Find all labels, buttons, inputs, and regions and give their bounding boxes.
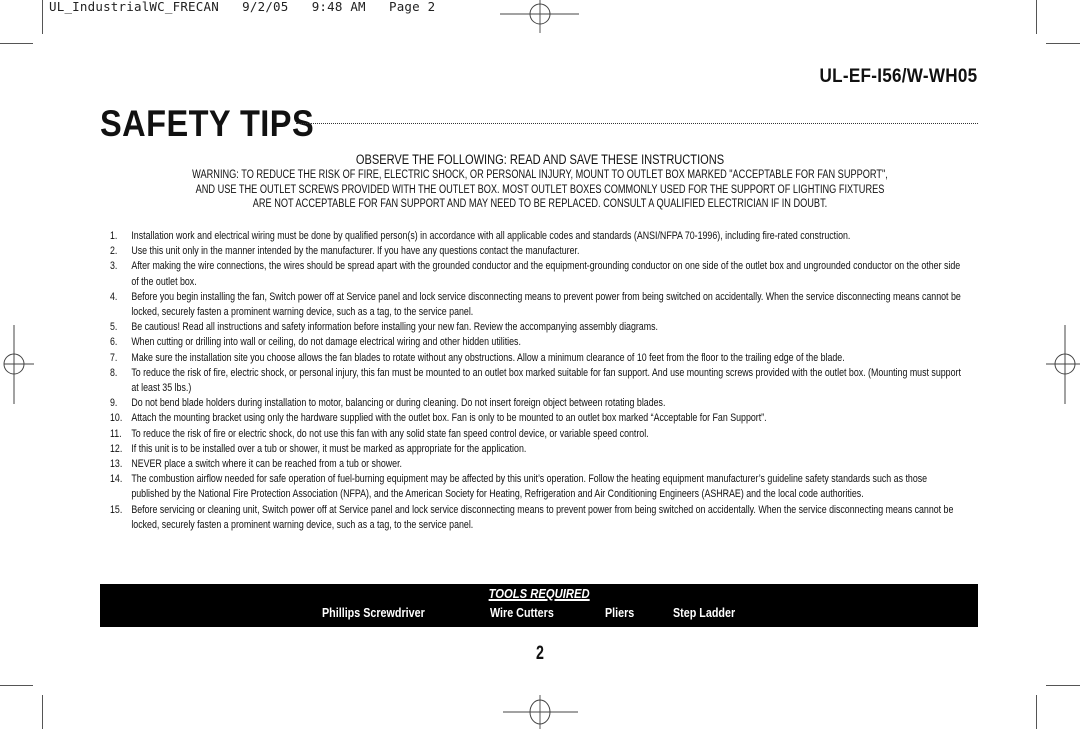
tip-text: Installation work and electrical wiring … [131,230,851,242]
print-slug: UL_IndustrialWC_FRECAN 9/2/05 9:48 AM Pa… [49,0,435,14]
safety-tip-item: 9. Do not bend blade holders during insta… [110,396,963,411]
tip-number: 10. [110,412,123,425]
title-dotted-rule [296,123,978,124]
slug-time: 9:48 AM [311,0,366,14]
crop-mark-bottom-right-v [1036,695,1037,729]
slug-file: UL_IndustrialWC_FRECAN [49,0,219,14]
tip-text: Be cautious! Read all instructions and s… [131,321,658,334]
tip-text: Make sure the installation site you choo… [131,351,845,364]
registration-mark-left [3,325,34,404]
tools-heading-text: TOOLS REQUIRED [488,587,590,601]
tip-number: 6. [110,336,118,349]
tip-number: 5. [110,321,118,334]
safety-tip-item: 15. Before servicing or cleaning unit, Sw… [110,503,963,533]
slug-page: Page 2 [388,0,436,14]
tip-text: When cutting or drilling into wall or ce… [131,336,521,349]
tools-heading: TOOLS REQUIRED [100,587,978,601]
tip-number: 8. [110,366,118,379]
tip-number: 15. [110,503,123,516]
tip-text: Before you begin installing the fan, Swi… [131,290,961,319]
crop-mark-top-left-h [0,43,33,44]
safety-tip-item: 10. Attach the mounting bracket using onl… [110,411,963,426]
safety-tip-item: 7. Make sure the installation site you ch… [110,351,963,366]
crop-mark-top-left-v [42,0,43,34]
crop-mark-top-right-v [1036,0,1037,34]
tip-text: If this unit is to be installed over a t… [131,442,527,455]
page-number: 2 [536,643,544,664]
warning-line: WARNING: TO REDUCE THE RISK OF FIRE, ELE… [192,169,888,181]
tip-text: Do not bend blade holders during install… [131,397,666,410]
tip-text: Before servicing or cleaning unit, Switc… [131,503,954,531]
safety-tip-item: 5. Be cautious! Read all instructions and… [110,320,963,335]
tip-number: 2. [110,245,118,258]
safety-tip-item: 8. To reduce the risk of fire, electric s… [110,366,963,396]
tool-item: Wire Cutters [490,606,554,620]
safety-tip-item: 2. Use this unit only in the manner inten… [110,244,963,259]
tool-item: Phillips Screwdriver [322,606,425,620]
safety-tips-list: 1. Installation work and electrical wirin… [110,229,963,533]
tools-required-bar: TOOLS REQUIRED Phillips Screwdriver Wire… [100,584,978,627]
registration-mark-bottom [503,695,578,729]
safety-tip-item: 3. After making the wire connections, the… [110,259,963,289]
model-number: UL-EF-I56/W-WH05 [819,66,977,87]
tip-number: 14. [110,473,123,486]
tip-text: Use this unit only in the manner intende… [131,245,580,258]
slug-date: 9/2/05 [242,0,289,14]
safety-tip-item: 4. Before you begin installing the fan, S… [110,290,963,320]
registration-mark-top [500,0,579,33]
tip-number: 3. [110,260,118,273]
tip-text: To reduce the risk of fire, electric sho… [131,366,961,395]
crop-mark-bottom-right-h [1046,685,1080,686]
tool-item: Pliers [605,606,635,620]
safety-tip-item: 6. When cutting or drilling into wall or … [110,335,963,350]
safety-tip-item: 12. If this unit is to be installed over … [110,442,963,457]
safety-tip-item: 1. Installation work and electrical wirin… [110,229,963,244]
tip-text: After making the wire connections, the w… [131,260,961,288]
tip-number: 4. [110,290,118,303]
tip-text: Attach the mounting bracket using only t… [131,412,767,425]
tip-text: The combustion airflow needed for safe o… [131,473,928,501]
tip-number: 11. [110,427,122,440]
observe-heading: OBSERVE THE FOLLOWING: READ AND SAVE THE… [355,152,725,167]
crop-mark-bottom-left-v [42,695,43,729]
safety-tip-item: 11. To reduce the risk of fire or electri… [110,427,963,442]
tool-item: Step Ladder [673,606,736,620]
warning-line: AND USE THE OUTLET SCREWS PROVIDED WITH … [195,183,885,196]
tip-text: NEVER place a switch where it can be rea… [131,458,403,471]
tip-number: 7. [110,351,118,364]
safety-tip-item: 13. NEVER place a switch where it can be … [110,457,963,472]
crop-mark-top-right-h [1046,43,1080,44]
warning-line: ARE NOT ACCEPTABLE FOR FAN SUPPORT AND M… [252,198,828,210]
tip-number: 1. [110,230,118,242]
warning-block: WARNING: TO REDUCE THE RISK OF FIRE, ELE… [188,168,892,212]
tip-number: 9. [110,397,118,410]
tip-number: 12. [110,442,123,455]
tip-text: To reduce the risk of fire or electric s… [131,427,649,440]
tip-number: 13. [110,458,123,471]
crop-mark-bottom-left-h [0,685,33,686]
page-title: SAFETY TIPS [100,103,315,144]
registration-mark-right [1046,325,1080,404]
safety-tip-item: 14. The combustion airflow needed for saf… [110,472,963,502]
